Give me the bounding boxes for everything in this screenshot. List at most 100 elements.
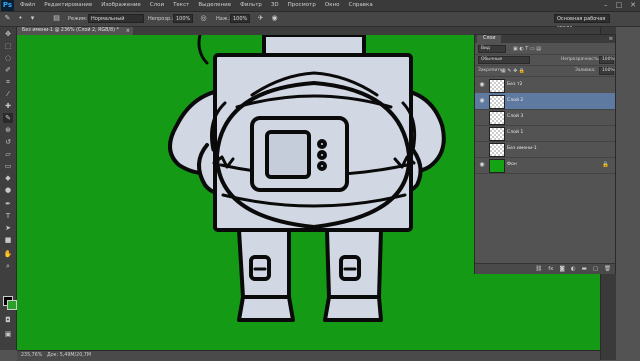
zoom-tool-icon[interactable]: ⌕ xyxy=(3,261,13,271)
layer-name[interactable]: Фон xyxy=(507,157,517,173)
marquee-tool-icon[interactable]: ⬚ xyxy=(3,41,13,51)
menu-edit[interactable]: Редактирование xyxy=(44,0,92,11)
quick-select-tool-icon[interactable]: ✐ xyxy=(3,65,13,75)
layer-row[interactable]: Слой 1 xyxy=(475,125,615,142)
mode-select[interactable]: Нормальный xyxy=(88,14,144,23)
pressure-opacity-icon[interactable]: ◎ xyxy=(199,14,208,23)
folder-icon[interactable]: ▬ xyxy=(582,264,587,274)
lock-icons[interactable]: ▦ ✎ ✥ 🔒 xyxy=(501,66,525,76)
fx-icon[interactable]: fx xyxy=(548,264,553,274)
menu-filter[interactable]: Фильтр xyxy=(240,0,262,11)
link-icon[interactable]: ⛓ xyxy=(535,264,542,274)
opacity-input[interactable]: 100% xyxy=(173,14,193,23)
lasso-tool-icon[interactable]: ◌ xyxy=(3,53,13,63)
airbrush-icon[interactable]: ✈ xyxy=(256,14,265,23)
menu-bar: Ps Файл Редактирование Изображение Слои … xyxy=(0,0,640,12)
lock-icon: 🔒 xyxy=(602,162,609,168)
clone-tool-icon[interactable]: ⊕ xyxy=(3,125,13,135)
layer-row[interactable]: ◉ Слой 2 xyxy=(475,93,615,110)
blend-mode-select[interactable]: Обычные xyxy=(478,56,530,64)
eye-hidden-icon[interactable] xyxy=(478,113,486,121)
menu-file[interactable]: Файл xyxy=(20,0,35,11)
history-brush-tool-icon[interactable]: ↺ xyxy=(3,137,13,147)
quick-mask-icon[interactable]: ◘ xyxy=(3,315,13,325)
minimize-icon[interactable]: – xyxy=(604,0,608,11)
panel-menu-icon[interactable]: ≡ xyxy=(609,35,613,43)
flow-input[interactable]: 100% xyxy=(230,14,250,23)
eraser-tool-icon[interactable]: ▱ xyxy=(3,149,13,159)
menu-layers[interactable]: Слои xyxy=(150,0,164,11)
layer-thumbnail xyxy=(489,79,505,93)
type-tool-icon[interactable]: T xyxy=(3,211,13,221)
layer-row[interactable]: Без имени-1 xyxy=(475,141,615,158)
brush-panel-icon[interactable]: ▤ xyxy=(52,14,61,23)
hand-tool-icon[interactable]: ✋ xyxy=(3,249,13,259)
adjustment-icon[interactable]: ◐ xyxy=(571,264,576,274)
trash-icon[interactable]: 🗑 xyxy=(604,264,611,274)
footer-icons: ⛓ fx ◙ ◐ ▬ ▢ 🗑 xyxy=(535,264,611,274)
pressure-size-icon[interactable]: ◉ xyxy=(270,14,279,23)
layer-name[interactable]: Без т2 xyxy=(507,77,522,93)
blur-tool-icon[interactable]: ◆ xyxy=(3,173,13,183)
close-icon[interactable]: ✕ xyxy=(630,0,636,11)
filter-kind-select[interactable]: Вид xyxy=(478,45,506,53)
move-tool-icon[interactable]: ✥ xyxy=(3,29,13,39)
brush-size-icon[interactable]: • xyxy=(16,14,25,23)
opacity-label: Непрозр.: xyxy=(148,16,174,22)
layer-opacity-input[interactable]: 100% xyxy=(599,56,615,64)
document-tab-title: Без имени-1 @ 236% (Слой 2, RGB/8) * xyxy=(22,28,119,33)
status-bar: 235,76% Док: 5,49М/20,7М xyxy=(17,350,600,361)
dodge-tool-icon[interactable]: ● xyxy=(3,185,13,195)
menu-select[interactable]: Выделение xyxy=(198,0,231,11)
eye-icon[interactable]: ◉ xyxy=(478,81,486,89)
layers-panel-header: Слои ≡ xyxy=(475,35,615,43)
workspace-select[interactable]: Основная рабочая среда xyxy=(554,14,610,31)
menu-view[interactable]: Просмотр xyxy=(288,0,316,11)
eye-hidden-icon[interactable] xyxy=(478,145,486,153)
layer-row[interactable]: ◉ Без т2 xyxy=(475,77,615,94)
eye-icon[interactable]: ◉ xyxy=(478,161,486,169)
maximize-icon[interactable]: □ xyxy=(616,0,623,11)
eye-hidden-icon[interactable] xyxy=(478,129,486,137)
eyedropper-tool-icon[interactable]: ⁄ xyxy=(3,89,13,99)
close-tab-icon[interactable]: × xyxy=(126,27,130,35)
screen-mode-icon[interactable]: ▣ xyxy=(3,329,13,339)
layer-name[interactable]: Без имени-1 xyxy=(507,141,537,157)
chevron-down-icon[interactable]: ▾ xyxy=(28,14,37,23)
menu-3d[interactable]: 3D xyxy=(271,0,279,11)
layer-name[interactable]: Слой 3 xyxy=(507,109,523,125)
fill-input[interactable]: 100% xyxy=(599,67,615,75)
eye-icon[interactable]: ◉ xyxy=(478,97,486,105)
layer-thumbnail xyxy=(489,111,505,125)
shape-tool-icon[interactable]: ■ xyxy=(3,235,13,245)
layer-row[interactable]: ◉ Фон 🔒 xyxy=(475,157,615,174)
layer-thumbnail xyxy=(489,127,505,141)
layer-row[interactable]: Слой 3 xyxy=(475,109,615,126)
new-layer-icon[interactable]: ▢ xyxy=(593,264,598,274)
layer-name[interactable]: Слой 1 xyxy=(507,125,523,141)
photoshop-logo-icon: Ps xyxy=(1,0,14,11)
crop-tool-icon[interactable]: ⌗ xyxy=(3,77,13,87)
layers-panel: Слои ≡ Вид ▣ ◐ T ▭ ▤ Обычные Непрозрачно… xyxy=(474,34,616,274)
window-controls: – □ ✕ xyxy=(604,0,636,11)
filter-icons[interactable]: ▣ ◐ T ▭ ▤ xyxy=(513,44,541,54)
menu-window[interactable]: Окно xyxy=(325,0,340,11)
brush-tool-icon[interactable]: ✎ xyxy=(3,113,13,123)
gradient-tool-icon[interactable]: ▭ xyxy=(3,161,13,171)
healing-tool-icon[interactable]: ✚ xyxy=(3,101,13,111)
background-color-swatch[interactable] xyxy=(7,300,17,310)
mask-icon[interactable]: ◙ xyxy=(559,264,564,274)
layer-name[interactable]: Слой 2 xyxy=(507,93,523,109)
layer-opacity-label: Непрозрачность: xyxy=(561,57,601,62)
menu-image[interactable]: Изображение xyxy=(101,0,141,11)
right-edge xyxy=(616,27,640,360)
menu-help[interactable]: Справка xyxy=(348,0,372,11)
pen-tool-icon[interactable]: ✒ xyxy=(3,199,13,209)
path-select-tool-icon[interactable]: ➤ xyxy=(3,223,13,233)
brush-preset-icon[interactable]: ✎ xyxy=(3,14,12,23)
menu-type[interactable]: Текст xyxy=(173,0,189,11)
tab-layers[interactable]: Слои xyxy=(477,35,502,43)
document-tab[interactable]: Без имени-1 @ 236% (Слой 2, RGB/8) * × xyxy=(17,27,133,35)
lock-row: Закрепить: ▦ ✎ ✥ 🔒 Заливка: 100% xyxy=(475,66,615,77)
fill-label: Заливка: xyxy=(575,68,596,73)
